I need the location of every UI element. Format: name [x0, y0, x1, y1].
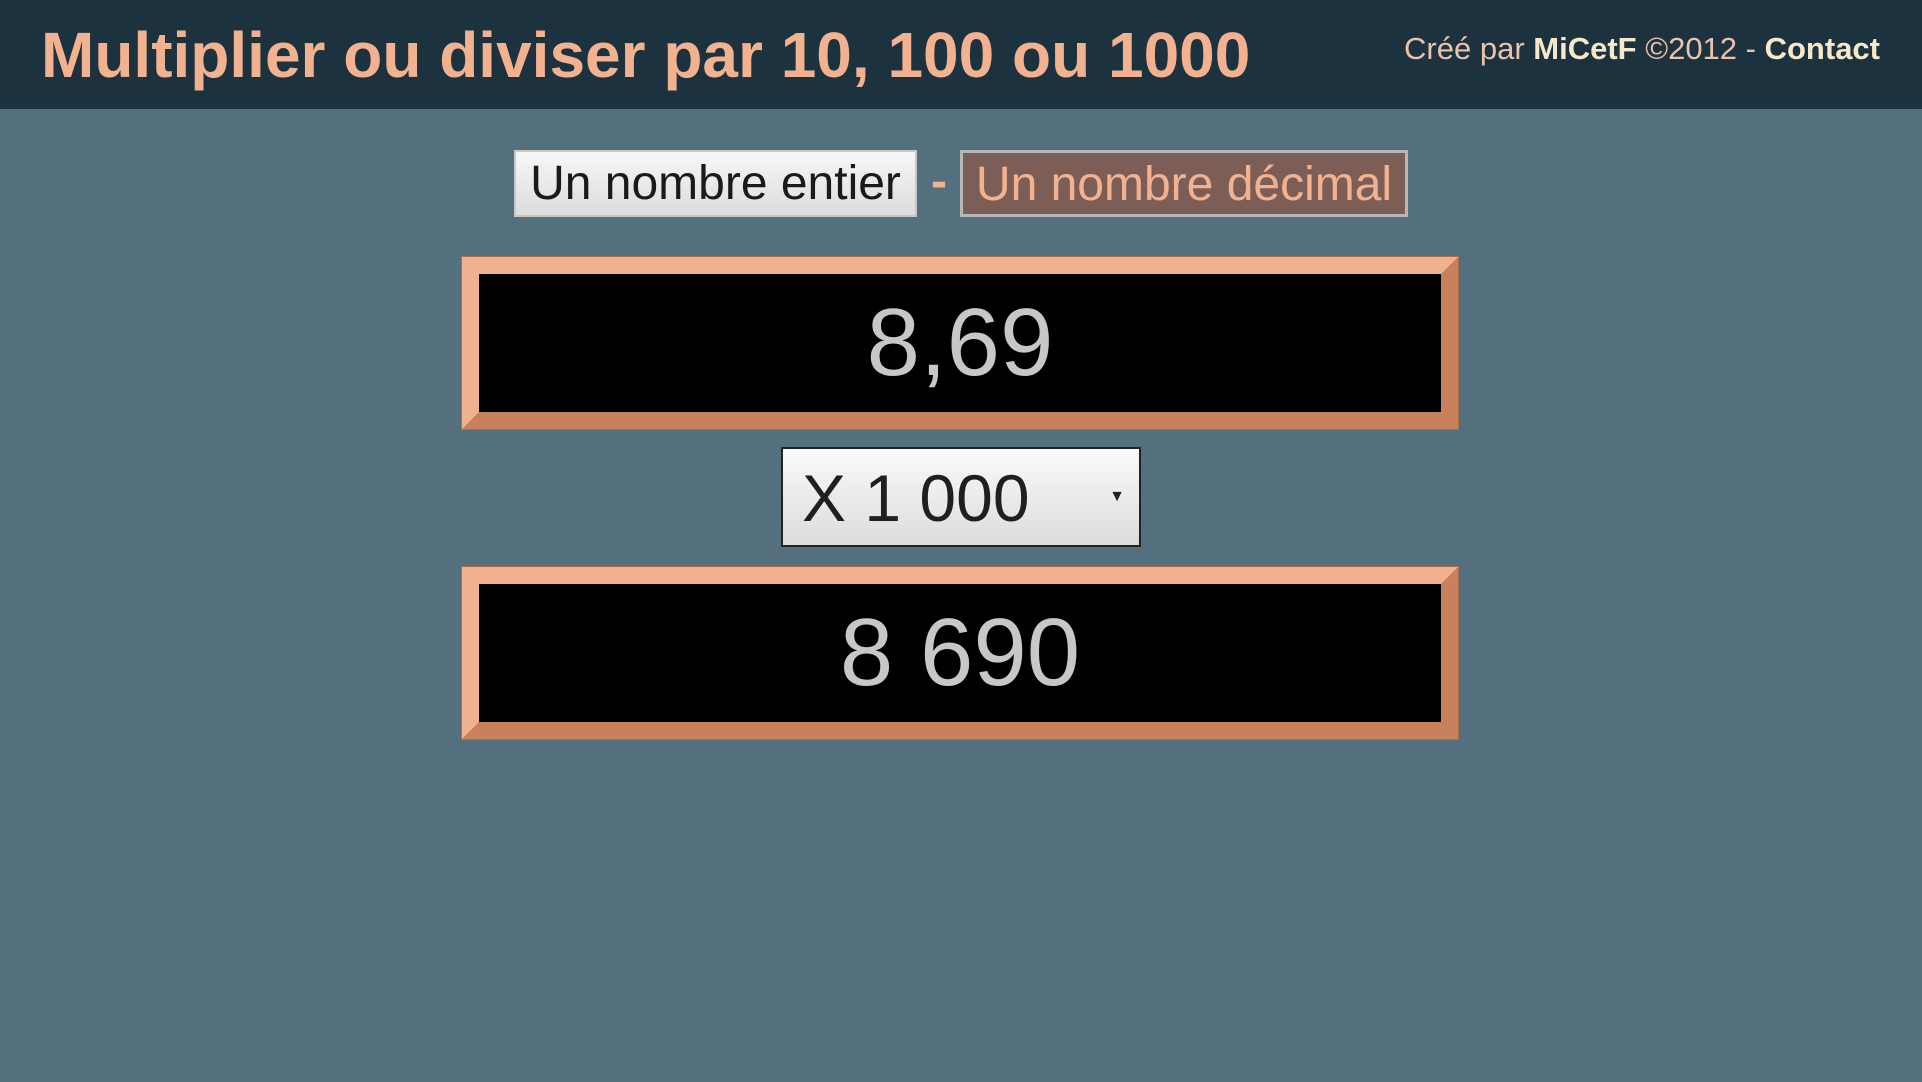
author-name: MiCetF [1533, 31, 1637, 66]
copyright-text: ©2012 - [1645, 31, 1756, 66]
credits-prefix: Créé par [1404, 31, 1525, 66]
dropdown-arrow-icon: ▼ [1109, 488, 1125, 505]
result-number-display: 8 690 [461, 566, 1459, 740]
header-bar: Multiplier ou diviser par 10, 100 ou 100… [0, 0, 1922, 109]
page-title: Multiplier ou diviser par 10, 100 ou 100… [41, 19, 1251, 91]
operation-selected-value: X 1 000 [802, 461, 1030, 535]
operation-select[interactable]: X 1 000 ▼ [781, 447, 1141, 547]
credits: Créé par MiCetF ©2012 - Contact [1404, 30, 1880, 68]
mode-selector: Un nombre entier - Un nombre décimal [0, 150, 1922, 218]
decimal-mode-button[interactable]: Un nombre décimal [960, 150, 1408, 217]
mode-separator: - [931, 155, 947, 208]
input-number-display: 8,69 [461, 256, 1459, 430]
integer-mode-button[interactable]: Un nombre entier [514, 150, 917, 217]
contact-link[interactable]: Contact [1765, 31, 1880, 66]
